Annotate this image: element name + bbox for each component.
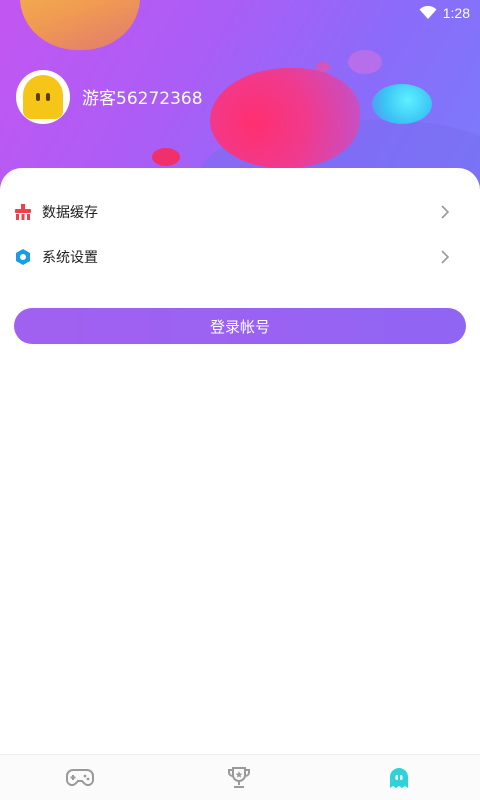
decor-red-blob	[152, 148, 180, 166]
status-time: 1:28	[442, 5, 470, 21]
menu-item-data-cache[interactable]: 数据缓存	[0, 192, 480, 232]
status-bar: 1:28	[419, 2, 470, 24]
wifi-icon	[419, 6, 437, 19]
decor-orange-blob	[20, 0, 140, 50]
trophy-icon	[228, 767, 250, 788]
decor-tiny-blob	[316, 62, 330, 72]
decor-pink-blob	[210, 68, 360, 168]
gamepad-icon	[66, 769, 94, 786]
menu-item-label: 系统设置	[42, 250, 98, 266]
menu-item-system-settings[interactable]: 系统设置	[0, 237, 480, 277]
username[interactable]: 游客56272368	[82, 84, 203, 109]
menu-item-label: 数据缓存	[42, 205, 98, 221]
bottom-tab-bar	[0, 754, 480, 800]
avatar[interactable]	[16, 70, 70, 124]
decor-small-blob	[348, 50, 382, 74]
tab-rank[interactable]	[224, 765, 254, 791]
broom-icon	[15, 204, 31, 220]
ghost-icon	[390, 768, 408, 788]
decor-cyan-blob	[372, 84, 432, 124]
hexagon-settings-icon	[16, 249, 30, 265]
tab-me[interactable]	[384, 765, 414, 791]
login-button[interactable]: 登录帐号	[14, 308, 466, 344]
chevron-right-icon	[441, 250, 450, 264]
tab-games[interactable]	[65, 765, 95, 791]
ghost-avatar-icon	[23, 75, 63, 119]
chevron-right-icon	[441, 205, 450, 219]
